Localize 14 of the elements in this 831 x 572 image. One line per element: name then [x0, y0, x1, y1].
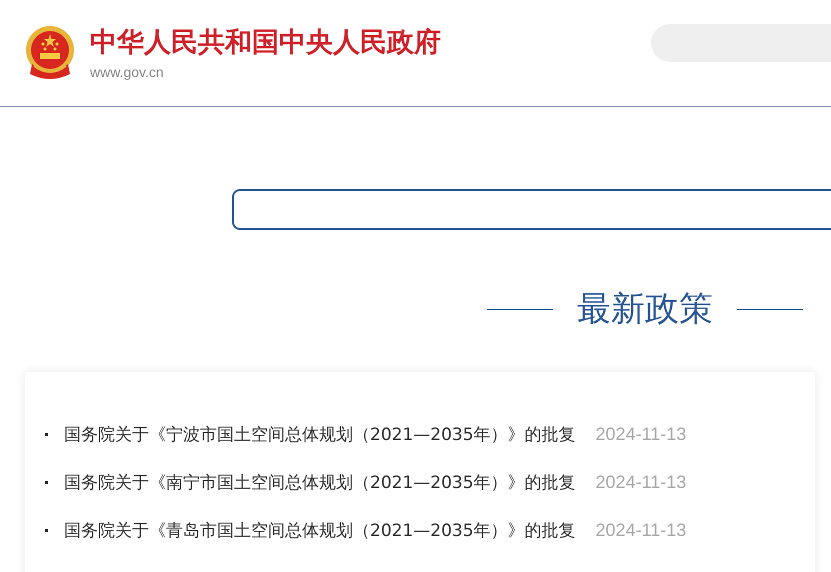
section-heading: 最新政策 [577, 288, 713, 331]
site-url: www.gov.cn [90, 64, 165, 80]
policy-link[interactable]: 国务院关于《南宁市国土空间总体规划（2021—2035年）》的批复 [64, 470, 576, 494]
policy-link[interactable]: 国务院关于《青岛市国土空间总体规划（2021—2035年）》的批复 [64, 518, 576, 542]
bullet-icon [45, 528, 48, 532]
policy-link[interactable]: 国务院关于《宁波市国土空间总体规划（2021—2035年）》的批复 [64, 422, 576, 446]
policy-date: 2024-11-13 [596, 520, 686, 540]
bullet-icon [45, 480, 48, 484]
policy-date: 2024-11-13 [596, 472, 686, 492]
bullet-icon [45, 432, 48, 436]
national-emblem-icon [24, 24, 76, 80]
search-field[interactable] [232, 189, 831, 230]
site-title: 中华人民共和国中央人民政府 [90, 26, 441, 60]
policy-date: 2024-11-13 [596, 424, 686, 444]
